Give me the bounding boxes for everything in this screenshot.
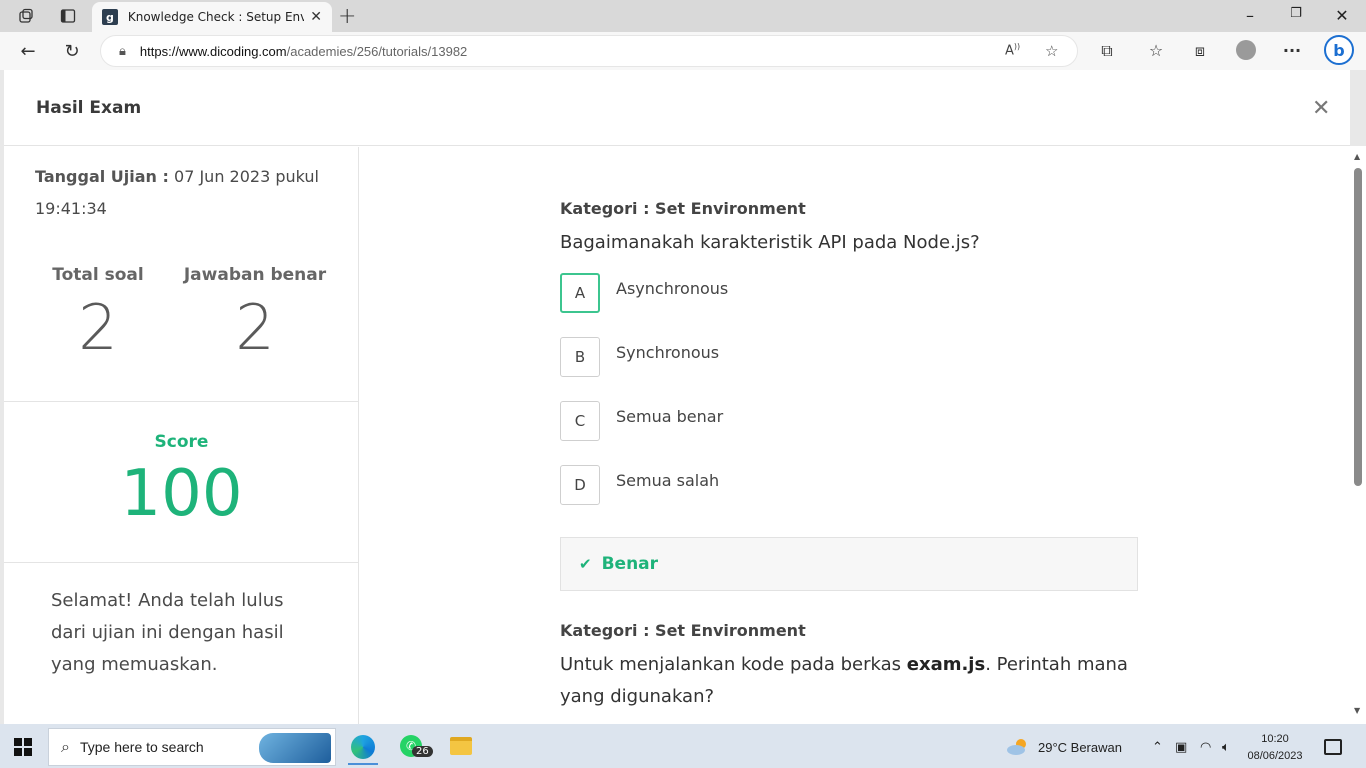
tab-close-icon[interactable]: ✕ — [310, 9, 322, 25]
exam-result-modal: Hasil Exam ✕ Tanggal Ujian : 07 Jun 2023… — [4, 70, 1350, 724]
option-text: Semua benar — [616, 407, 724, 426]
congrats-message: Selamat! Anda telah lulus dari ujian ini… — [51, 590, 284, 675]
correct-label: Jawaban benar — [183, 265, 327, 285]
option-letter[interactable]: B — [560, 337, 600, 377]
address-bar[interactable]: 🔒︎ https://www.dicoding.com/academies/25… — [100, 35, 1078, 67]
check-icon: ✔ — [579, 555, 592, 573]
score-label: Score — [154, 432, 209, 452]
minimize-icon[interactable]: – — [1240, 6, 1260, 25]
search-placeholder: Type here to search — [79, 739, 204, 755]
question-category: Kategori : Set Environment — [560, 199, 806, 218]
extensions-icon[interactable]: ⧉ — [1096, 41, 1118, 61]
option-letter[interactable]: D — [560, 465, 600, 505]
url-text: https://www.dicoding.com/academies/256/t… — [139, 43, 468, 59]
taskbar-search[interactable]: ⌕ Type here to search — [48, 728, 336, 766]
correct-answers-stat: Jawaban benar 2 — [175, 265, 335, 364]
favorites-icon[interactable]: ☆ — [1145, 41, 1167, 60]
modal-header: Hasil Exam ✕ — [4, 70, 1350, 146]
edge-taskbar-icon[interactable] — [348, 731, 378, 765]
total-value: 2 — [78, 291, 118, 364]
tray-overflow-icon[interactable]: ⌃ — [1152, 740, 1163, 755]
correct-value: 2 — [235, 291, 275, 364]
lock-icon[interactable]: 🔒︎ — [119, 44, 126, 59]
back-icon[interactable]: ← — [16, 39, 40, 63]
option-a[interactable]: A Asynchronous — [560, 273, 728, 313]
new-tab-icon[interactable]: + — [338, 4, 356, 29]
favorite-star-icon[interactable]: ☆ — [1045, 42, 1058, 60]
clock-time: 10:20 — [1261, 733, 1289, 745]
result-label: Benar — [601, 554, 659, 574]
option-b[interactable]: B Synchronous — [560, 337, 719, 377]
clock-date: 08/06/2023 — [1247, 750, 1303, 762]
wifi-icon[interactable]: ◠ — [1200, 740, 1211, 755]
read-aloud-icon[interactable]: A)) — [1005, 42, 1020, 58]
summary-panel: Tanggal Ujian : 07 Jun 2023 pukul 19:41:… — [4, 147, 359, 724]
bing-chat-icon[interactable]: b — [1324, 35, 1354, 65]
active-tab[interactable]: g Knowledge Check : Setup Environ ✕ — [92, 2, 332, 32]
total-questions-stat: Total soal 2 — [18, 265, 178, 364]
windows-start-icon[interactable] — [14, 738, 32, 756]
page-viewport: Hasil Exam ✕ Tanggal Ujian : 07 Jun 2023… — [0, 70, 1366, 724]
taskbar-clock[interactable]: 10:20 08/06/2023 — [1244, 731, 1306, 765]
browser-tab-strip: g Knowledge Check : Setup Environ ✕ + – … — [0, 0, 1366, 32]
option-text: Asynchronous — [616, 279, 729, 298]
question-review-panel: Kategori : Set Environment Bagaimanakah … — [360, 147, 1350, 724]
option-text: Semua salah — [616, 471, 720, 490]
option-text: Synchronous — [616, 343, 720, 362]
restore-icon[interactable]: ❐ — [1286, 6, 1306, 21]
workspaces-icon[interactable] — [16, 6, 36, 26]
question-text: Untuk menjalankan kode pada berkas exam.… — [560, 654, 1128, 707]
modal-close-icon[interactable]: ✕ — [1312, 96, 1330, 121]
refresh-icon[interactable]: ↻ — [60, 39, 84, 63]
question-category: Kategori : Set Environment — [560, 621, 806, 640]
score-value: 100 — [120, 457, 243, 531]
question-text: Bagaimanakah karakteristik API pada Node… — [560, 232, 980, 253]
more-menu-icon[interactable]: ··· — [1281, 41, 1303, 60]
option-d[interactable]: D Semua salah — [560, 465, 719, 505]
search-icon: ⌕ — [61, 737, 70, 756]
divider — [4, 562, 359, 563]
option-c[interactable]: C Semua benar — [560, 401, 723, 441]
whatsapp-badge: 26 — [412, 746, 433, 757]
tab-actions-icon[interactable] — [58, 6, 78, 26]
profile-avatar[interactable] — [1236, 40, 1256, 60]
weather-cloud-icon[interactable] — [1006, 738, 1030, 756]
file-explorer-taskbar-icon[interactable] — [446, 731, 476, 761]
volume-icon[interactable]: 🔈︎ — [1222, 740, 1230, 755]
browser-toolbar: ← ↻ 🔒︎ https://www.dicoding.com/academie… — [0, 32, 1366, 70]
divider — [4, 401, 359, 402]
collections-icon[interactable]: ⧈ — [1189, 41, 1211, 61]
weather-text[interactable]: 29°C Berawan — [1038, 740, 1122, 755]
scrollbar[interactable]: ▲ ▼ — [1350, 146, 1366, 724]
window-close-icon[interactable]: ✕ — [1332, 6, 1352, 25]
exam-date: Tanggal Ujian : 07 Jun 2023 pukul 19:41:… — [35, 167, 319, 218]
notification-center-icon[interactable] — [1324, 739, 1342, 755]
option-letter[interactable]: A — [560, 273, 600, 313]
modal-title: Hasil Exam — [36, 98, 142, 118]
scroll-thumb[interactable] — [1354, 168, 1362, 486]
dicoding-favicon-icon: g — [102, 9, 118, 25]
total-label: Total soal — [52, 265, 144, 285]
network-battery-icon[interactable]: ▣ — [1175, 740, 1187, 755]
search-highlight-whale-icon — [259, 733, 331, 763]
scroll-down-icon[interactable]: ▼ — [1354, 706, 1360, 715]
answer-result-box: ✔ Benar — [560, 537, 1138, 591]
scroll-up-icon[interactable]: ▲ — [1354, 152, 1360, 161]
option-letter[interactable]: C — [560, 401, 600, 441]
tab-title: Knowledge Check : Setup Environ — [127, 10, 305, 24]
